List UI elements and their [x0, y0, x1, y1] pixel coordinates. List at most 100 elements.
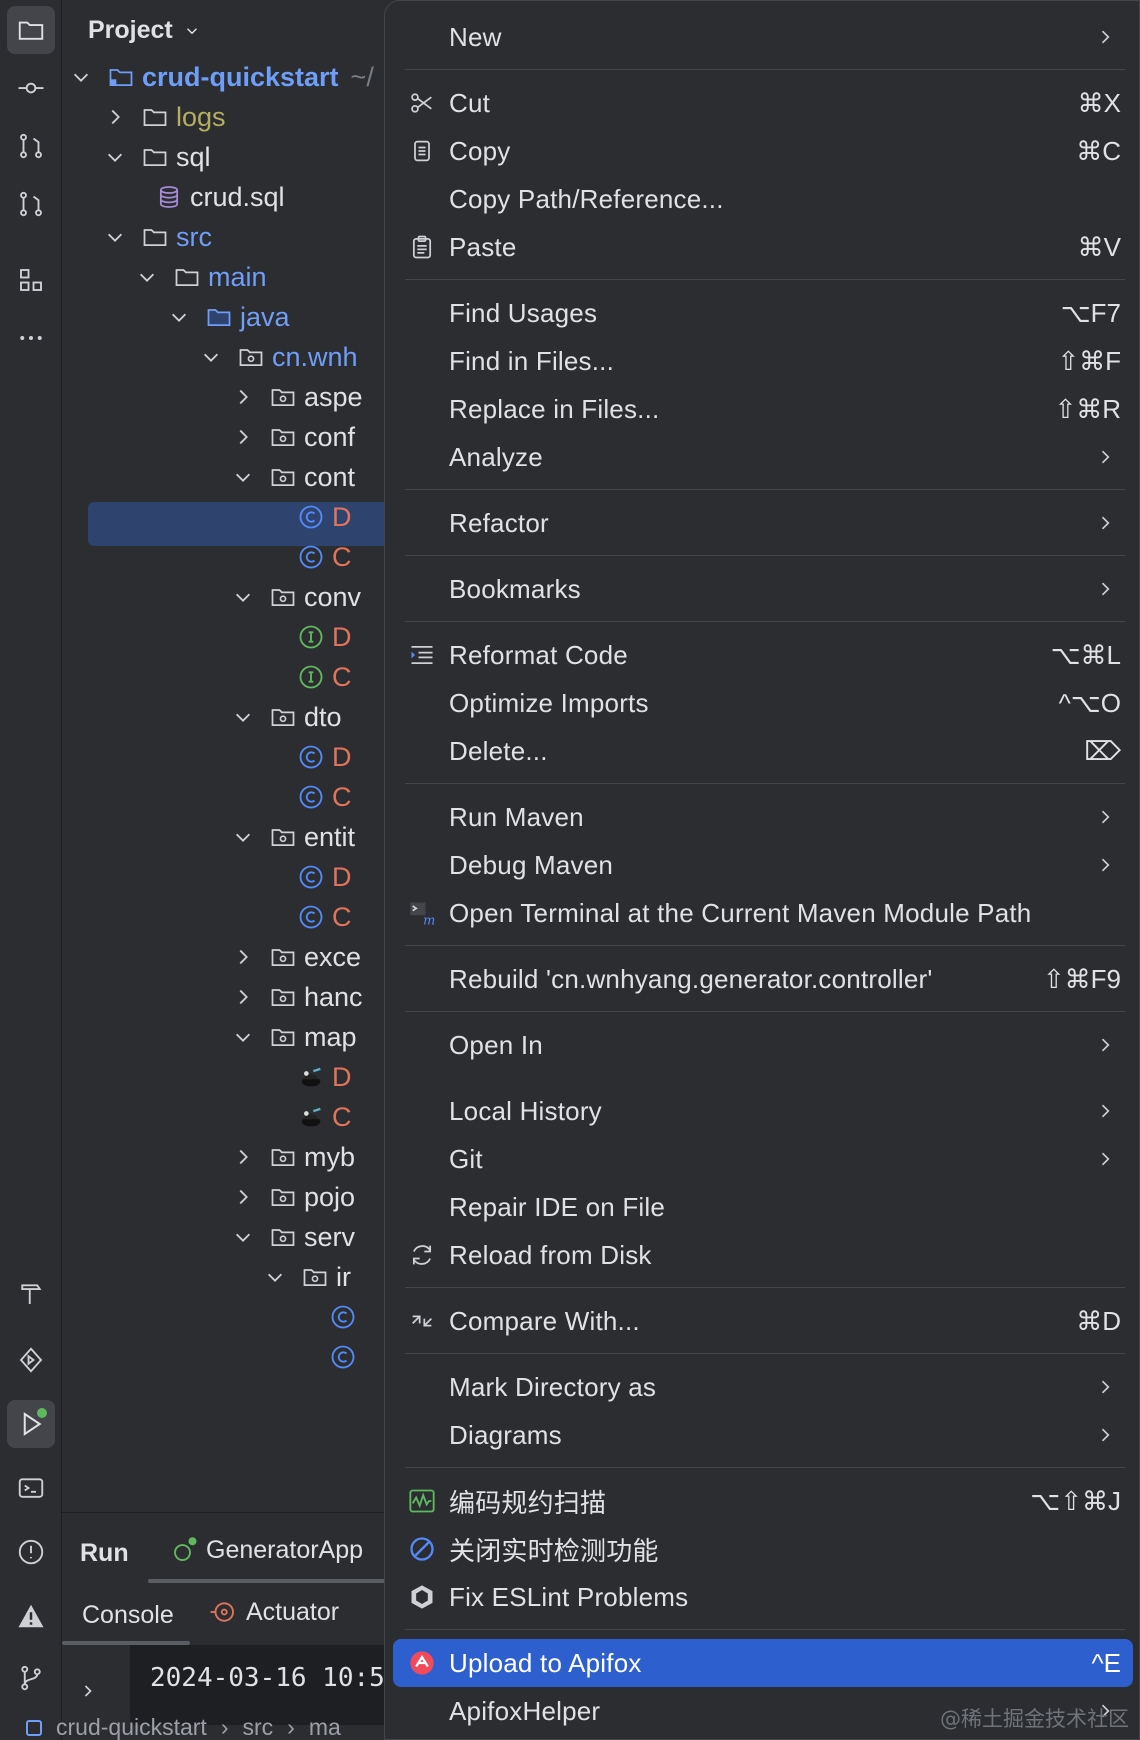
menu-item-reload-from-disk[interactable]: Reload from Disk [393, 1231, 1133, 1279]
git-tool-button[interactable] [7, 1654, 55, 1702]
chevron-down-icon[interactable] [232, 826, 254, 848]
tree-item[interactable]: cn.wnh [200, 336, 358, 378]
services-tool-button[interactable] [7, 1336, 55, 1384]
menu-item-copy[interactable]: Copy ⌘C [393, 127, 1133, 175]
tree-item[interactable]: dto [232, 696, 342, 738]
terminal-tool-button[interactable] [7, 1464, 55, 1512]
tree-item[interactable] [328, 1296, 364, 1338]
menu-item-bookmarks[interactable]: Bookmarks [393, 565, 1133, 613]
pull-requests-2-tool-button[interactable] [7, 180, 55, 228]
chevron-down-icon[interactable] [200, 346, 222, 368]
tree-item[interactable]: pojo [232, 1176, 355, 1218]
menu-item-find-in-files[interactable]: Find in Files... ⇧⌘F [393, 337, 1133, 385]
tree-item[interactable]: cont [232, 456, 355, 498]
tree-item[interactable]: java [168, 296, 290, 338]
tree-item[interactable]: conv [232, 576, 361, 618]
chevron-right-icon[interactable] [232, 1146, 254, 1168]
tree-item[interactable]: exce [232, 936, 361, 978]
tree-item[interactable]: hanc [232, 976, 363, 1018]
menu-item-diagrams[interactable]: Diagrams [393, 1411, 1133, 1459]
structure-tool-button[interactable] [7, 256, 55, 304]
chevron-right-icon[interactable] [104, 106, 126, 128]
tree-item[interactable]: C [296, 656, 352, 698]
menu-item-mark-directory-as[interactable]: Mark Directory as [393, 1363, 1133, 1411]
tree-item[interactable]: C [296, 536, 352, 578]
tree-item[interactable]: D [296, 616, 352, 658]
run-tool-button[interactable] [7, 1400, 55, 1448]
menu-item-run-maven[interactable]: Run Maven [393, 793, 1133, 841]
warnings-tool-button[interactable] [7, 1592, 55, 1640]
tree-item[interactable]: D [296, 736, 352, 778]
chevron-right-icon[interactable] [232, 426, 254, 448]
menu-item-cut[interactable]: Cut ⌘X [393, 79, 1133, 127]
tree-item[interactable]: myb [232, 1136, 355, 1178]
more-tools-button[interactable] [7, 314, 55, 362]
breadcrumb-item[interactable]: crud-quickstart [56, 1718, 207, 1740]
tree-item[interactable]: crud-quickstart ~/ [70, 56, 374, 98]
menu-item-upload-to-apifox[interactable]: Upload to Apifox ^E [393, 1639, 1133, 1687]
tree-item[interactable]: C [296, 896, 352, 938]
build-tool-button[interactable] [7, 1270, 55, 1318]
chevron-down-icon[interactable] [232, 466, 254, 488]
menu-item-copy-path-reference[interactable]: Copy Path/Reference... [393, 175, 1133, 223]
tree-item[interactable]: sql [104, 136, 211, 178]
menu-item-git[interactable]: Git [393, 1135, 1133, 1183]
menu-item-paste[interactable]: Paste ⌘V [393, 223, 1133, 271]
actuator-tab[interactable]: Actuator [208, 1597, 339, 1627]
breadcrumb-item[interactable]: ma [309, 1718, 341, 1740]
menu-item-open-in[interactable]: Open In [393, 1021, 1133, 1069]
tree-item[interactable]: D [296, 1056, 352, 1098]
tree-item[interactable]: crud.sql [154, 176, 285, 218]
chevron-right-icon[interactable] [232, 946, 254, 968]
chevron-down-icon[interactable] [168, 306, 190, 328]
chevron-down-icon[interactable] [232, 586, 254, 608]
breadcrumb-item[interactable]: src [243, 1718, 274, 1740]
pull-requests-tool-button[interactable] [7, 122, 55, 170]
menu-item-debug-maven[interactable]: Debug Maven [393, 841, 1133, 889]
menu-item-item-27[interactable]: 关闭实时检测功能 [393, 1525, 1133, 1573]
chevron-right-icon[interactable] [232, 386, 254, 408]
chevron-right-icon[interactable] [232, 1186, 254, 1208]
tree-item[interactable]: serv [232, 1216, 355, 1258]
project-pane-title[interactable]: Project [88, 16, 201, 45]
tree-item[interactable]: C [296, 776, 352, 818]
run-config-tab[interactable]: GeneratorApp [170, 1535, 363, 1565]
console-tab[interactable]: Console [82, 1601, 174, 1630]
menu-item-repair-ide-on-file[interactable]: Repair IDE on File [393, 1183, 1133, 1231]
menu-item-replace-in-files[interactable]: Replace in Files... ⇧⌘R [393, 385, 1133, 433]
menu-item-compare-with[interactable]: Compare With... ⌘D [393, 1297, 1133, 1345]
tree-item[interactable]: map [232, 1016, 357, 1058]
problems-tool-button[interactable] [7, 1528, 55, 1576]
tree-item[interactable]: aspe [232, 376, 363, 418]
tree-item[interactable]: main [136, 256, 267, 298]
chevron-down-icon[interactable] [104, 226, 126, 248]
menu-item-reformat-code[interactable]: Reformat Code ⌥⌘L [393, 631, 1133, 679]
tree-item[interactable]: src [104, 216, 212, 258]
commit-tool-button[interactable] [7, 64, 55, 112]
chevron-down-icon[interactable] [136, 266, 158, 288]
chevron-right-icon[interactable] [232, 986, 254, 1008]
chevron-down-icon[interactable] [264, 1266, 286, 1288]
menu-item-rebuild-cn-wnhyang-generator-controller[interactable]: Rebuild 'cn.wnhyang.generator.controller… [393, 955, 1133, 1003]
tree-item[interactable]: C [296, 1096, 352, 1138]
menu-item-new[interactable]: New [393, 13, 1133, 61]
tree-item[interactable] [328, 1336, 364, 1378]
tree-item[interactable]: D [296, 496, 352, 538]
tree-item[interactable]: logs [104, 96, 226, 138]
menu-item-delete[interactable]: Delete... ⌦ [393, 727, 1133, 775]
chevron-down-icon[interactable] [70, 66, 92, 88]
menu-item-local-history[interactable]: Local History [393, 1087, 1133, 1135]
tree-item[interactable]: ir [264, 1256, 351, 1298]
menu-item-fix-eslint-problems[interactable]: Fix ESLint Problems [393, 1573, 1133, 1621]
menu-item-item-26[interactable]: 编码规约扫描 ⌥⇧⌘J [393, 1477, 1133, 1525]
menu-item-refactor[interactable]: Refactor [393, 499, 1133, 547]
menu-item-find-usages[interactable]: Find Usages ⌥F7 [393, 289, 1133, 337]
tree-item[interactable]: conf [232, 416, 355, 458]
menu-item-optimize-imports[interactable]: Optimize Imports ^⌥O [393, 679, 1133, 727]
menu-item-open-terminal-at-the-current-maven-module-path[interactable]: m Open Terminal at the Current Maven Modu… [393, 889, 1133, 937]
console-output[interactable]: 2024-03-16 10:5 [130, 1645, 392, 1725]
chevron-down-icon[interactable] [232, 1226, 254, 1248]
chevron-down-icon[interactable] [232, 706, 254, 728]
menu-item-analyze[interactable]: Analyze [393, 433, 1133, 481]
project-tool-button[interactable] [7, 6, 55, 54]
